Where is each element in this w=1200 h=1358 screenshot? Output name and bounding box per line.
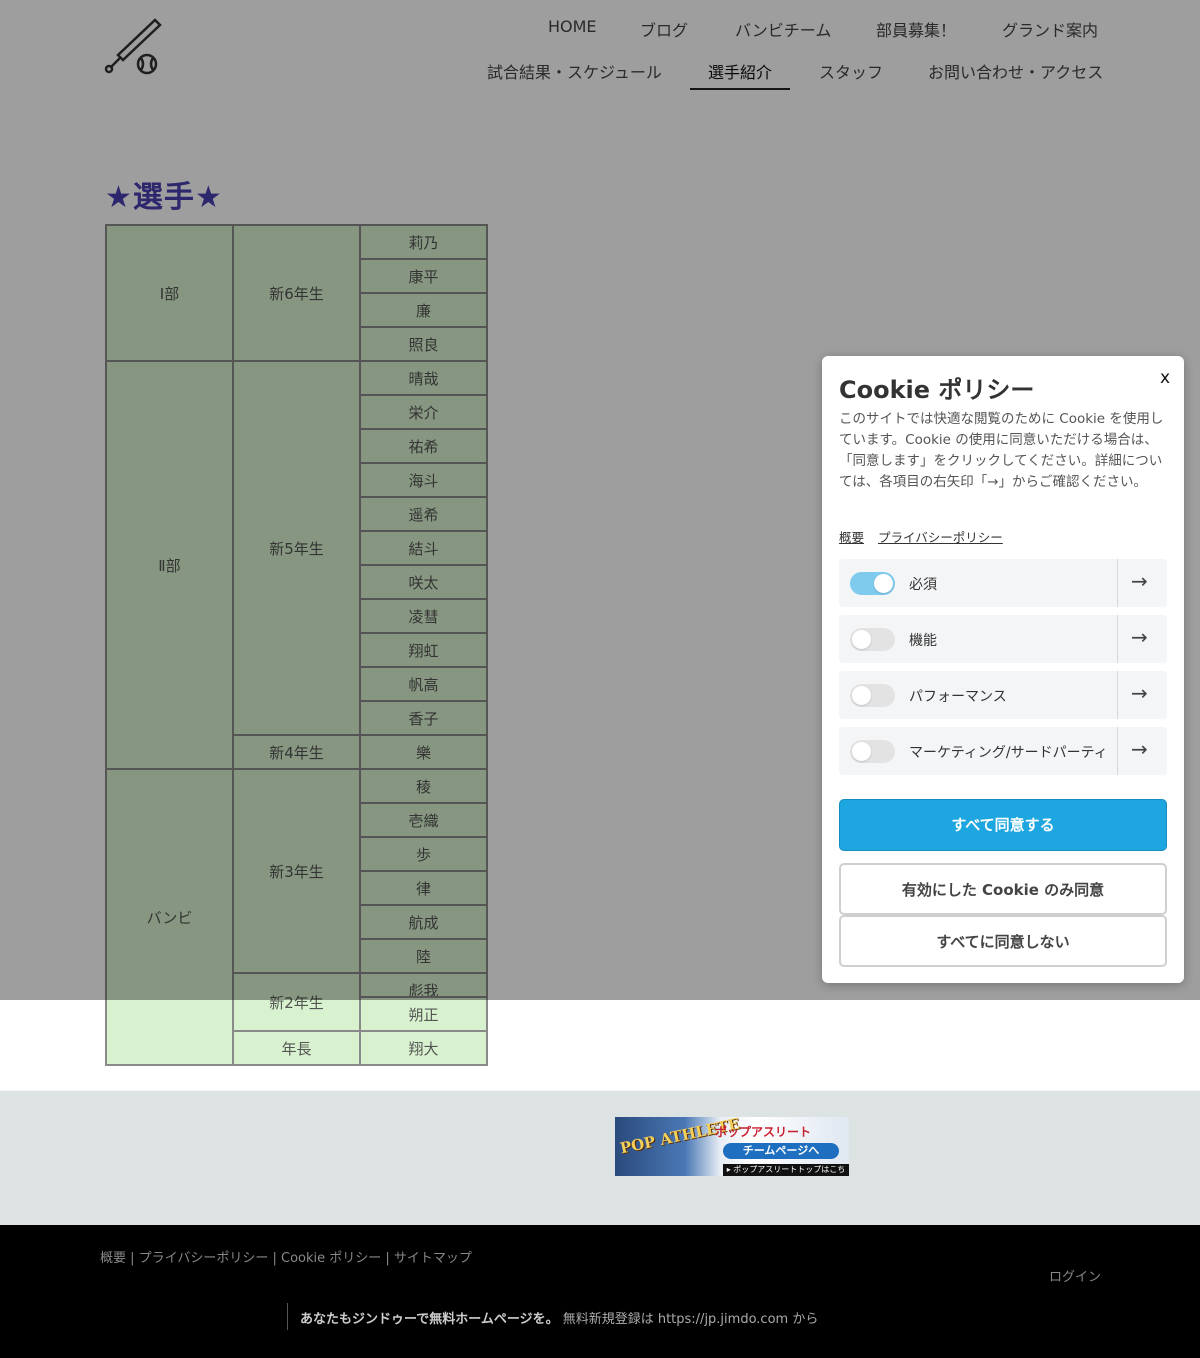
category-label: 必須 — [909, 577, 937, 593]
cookie-title: Cookie ポリシー — [839, 376, 1035, 404]
overview-link[interactable]: 概要 — [839, 530, 864, 545]
login-link[interactable]: ログイン — [1049, 1266, 1101, 1285]
category-label: パフォーマンス — [909, 689, 1007, 705]
toggle-knob — [852, 742, 871, 761]
cookie-category-required[interactable]: 必須 → — [839, 559, 1167, 607]
toggle-knob — [874, 574, 893, 593]
cookie-dialog: x Cookie ポリシー このサイトでは快適な閲覧のために Cookie を使… — [822, 356, 1184, 983]
accept-selected-button[interactable]: 有効にした Cookie のみ同意 — [839, 863, 1167, 915]
toggle-switch[interactable] — [850, 684, 895, 707]
toggle-switch[interactable] — [850, 628, 895, 651]
footer-links[interactable]: 概要 | プライバシーポリシー | Cookie ポリシー | サイトマップ — [100, 1247, 472, 1266]
cookie-links: 概要 プライバシーポリシー — [839, 527, 1017, 546]
category-label: 機能 — [909, 633, 937, 649]
cookie-category-marketing[interactable]: マーケティング/サードパーティ → — [839, 727, 1167, 775]
banner-sub: ▸ ポップアスリートトップはこちら — [723, 1164, 849, 1176]
grade-cell: 年長 — [232, 1030, 361, 1066]
arrow-right-icon[interactable]: → — [1131, 569, 1148, 593]
category-divider — [1117, 671, 1118, 719]
banner-cta: チームページへ — [723, 1143, 839, 1159]
toggle-knob — [852, 630, 871, 649]
category-divider — [1117, 615, 1118, 663]
arrow-right-icon[interactable]: → — [1131, 625, 1148, 649]
player-cell: 朔正 — [359, 996, 488, 1032]
reject-all-button[interactable]: すべてに同意しない — [839, 915, 1167, 967]
close-icon[interactable]: x — [1160, 368, 1170, 388]
category-label: マーケティング/サードパーティ — [909, 745, 1108, 761]
cookie-category-functional[interactable]: 機能 → — [839, 615, 1167, 663]
jimdo-promo[interactable]: あなたもジンドゥーで無料ホームページを。 無料新規登録は https://jp.… — [300, 1308, 818, 1327]
footer-divider — [287, 1303, 288, 1330]
toggle-switch[interactable] — [850, 572, 895, 595]
cookie-category-performance[interactable]: パフォーマンス → — [839, 671, 1167, 719]
arrow-right-icon[interactable]: → — [1131, 737, 1148, 761]
jimdo-promo-rest: 無料新規登録は https://jp.jimdo.com から — [558, 1312, 819, 1327]
site-footer — [0, 1225, 1200, 1358]
category-divider — [1117, 727, 1118, 775]
accept-all-button[interactable]: すべて同意する — [839, 799, 1167, 851]
arrow-right-icon[interactable]: → — [1131, 681, 1148, 705]
cookie-description: このサイトでは快適な閲覧のために Cookie を使用しています。Cookie … — [839, 411, 1164, 490]
privacy-policy-link[interactable]: プライバシーポリシー — [878, 530, 1003, 545]
jimdo-promo-bold: あなたもジンドゥーで無料ホームページを。 — [300, 1312, 559, 1327]
player-cell: 翔大 — [359, 1030, 488, 1066]
banner-title: ポップアスリート — [715, 1125, 812, 1139]
category-divider — [1117, 559, 1118, 607]
pop-athlete-banner[interactable]: POP ATHLETE ポップアスリート チームページへ ▸ ポップアスリートト… — [615, 1117, 849, 1176]
toggle-knob — [852, 686, 871, 705]
footer-banner-area — [0, 1091, 1200, 1225]
toggle-switch[interactable] — [850, 740, 895, 763]
